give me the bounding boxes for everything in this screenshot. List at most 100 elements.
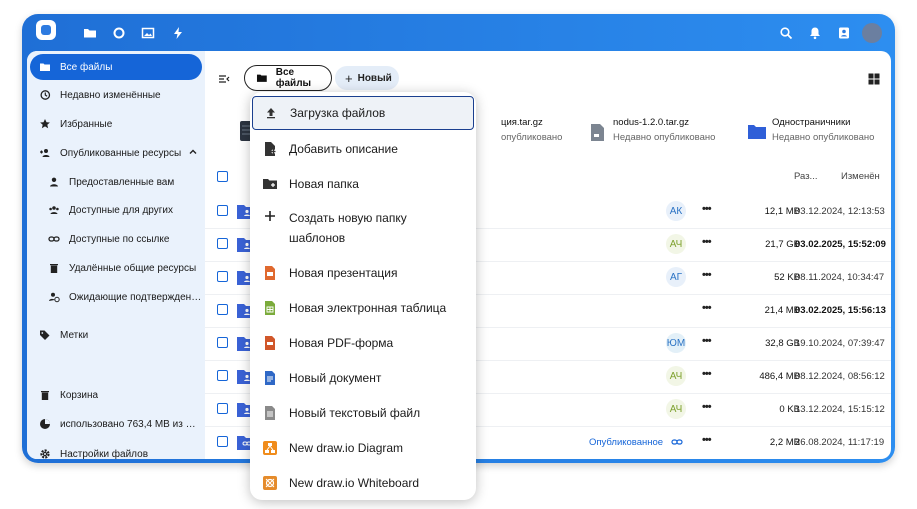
modified-date: 03.02.2025, 15:56:13 — [795, 305, 886, 316]
archive-file-icon — [591, 124, 604, 141]
folder-icon — [39, 61, 51, 73]
more-actions-icon[interactable]: ••• — [702, 269, 712, 281]
sidebar-item-label: Метки — [60, 329, 89, 341]
more-actions-icon[interactable]: ••• — [702, 335, 712, 347]
trash-icon — [48, 262, 60, 274]
owner-avatar[interactable]: АЧ — [666, 366, 686, 386]
app-logo[interactable] — [34, 18, 60, 44]
menu-item-new-template-folder[interactable]: Создать новую папку шаблонов — [252, 206, 474, 250]
folder-icon — [748, 125, 766, 139]
spreadsheet-icon — [263, 301, 277, 315]
menu-item-new-drawio-diagram[interactable]: New draw.io Diagram — [252, 431, 474, 465]
breadcrumb-all-files[interactable]: Все файлы — [244, 65, 332, 91]
new-button[interactable]: + Новый — [335, 66, 399, 90]
menu-item-new-spreadsheet[interactable]: Новая электронная таблица — [252, 291, 474, 325]
more-actions-icon[interactable]: ••• — [702, 434, 712, 446]
grid-view-icon[interactable] — [868, 73, 880, 85]
menu-item-new-text-file[interactable]: Новый текстовый файл — [252, 396, 474, 430]
menu-item-label: Загрузка файлов — [290, 106, 386, 120]
top-bar — [22, 14, 895, 52]
sidebar-item-label: Ожидающие подтверждения — [69, 291, 202, 303]
recent-file-tile[interactable]: ция.tar.gz опубликовано — [501, 117, 562, 147]
pdf-form-icon — [263, 336, 277, 350]
notifications-bell-icon[interactable] — [808, 26, 822, 40]
recent-folder-tile[interactable]: Одностраничники Недавно опубликовано — [772, 117, 874, 147]
search-icon[interactable] — [779, 26, 793, 40]
sidebar-item-shared-by-link[interactable]: Доступные по ссылке — [30, 226, 202, 252]
owner-avatar[interactable]: АЧ — [666, 399, 686, 419]
published-label[interactable]: Опубликованное — [589, 437, 663, 448]
document-icon — [263, 371, 277, 385]
file-size: 21,4 MB — [764, 305, 800, 316]
user-avatar[interactable] — [862, 23, 882, 43]
contacts-icon[interactable] — [837, 26, 851, 40]
row-checkbox[interactable] — [217, 436, 228, 447]
breadcrumb-label: Все файлы — [275, 67, 312, 89]
row-checkbox[interactable] — [217, 370, 228, 381]
menu-item-new-presentation[interactable]: Новая презентация — [252, 256, 474, 290]
menu-item-upload[interactable]: Загрузка файлов — [252, 96, 474, 130]
sidebar-item-favorites[interactable]: Избранные — [30, 111, 202, 137]
presentation-icon — [263, 266, 277, 280]
owner-avatar[interactable]: АЧ — [666, 234, 686, 254]
link-icon[interactable] — [671, 437, 683, 447]
more-actions-icon[interactable]: ••• — [702, 401, 712, 413]
menu-item-label: Новый текстовый файл — [289, 406, 421, 420]
owner-avatar[interactable]: АГ — [666, 267, 686, 287]
history-icon — [39, 89, 51, 101]
sidebar-item-shared-with-others[interactable]: Доступные для других — [30, 197, 202, 223]
sidebar-item-label: Предоставленные вам — [69, 176, 175, 188]
sidebar-item-shares[interactable]: Опубликованные ресурсы — [30, 140, 202, 166]
storage-quota[interactable]: использовано 763,4 MB из 10 GB — [30, 411, 202, 437]
row-checkbox[interactable] — [217, 337, 228, 348]
menu-item-label-wrap: Создать новую папку шаблонов — [289, 208, 407, 248]
activity-app-icon[interactable] — [112, 26, 126, 40]
more-actions-icon[interactable]: ••• — [702, 368, 712, 380]
sidebar-item-deleted-shares[interactable]: Удалённые общие ресурсы — [30, 255, 202, 281]
menu-item-new-folder[interactable]: Новая папка — [252, 167, 474, 201]
sidebar-item-shared-with-you[interactable]: Предоставленные вам — [30, 169, 202, 195]
recent-file-tile[interactable]: nodus-1.2.0.tar.gz Недавно опубликовано — [613, 117, 715, 147]
row-checkbox[interactable] — [217, 205, 228, 216]
row-checkbox[interactable] — [217, 238, 228, 249]
link-icon — [48, 233, 60, 245]
row-checkbox[interactable] — [217, 403, 228, 414]
sidebar-item-settings[interactable]: Настройки файлов — [30, 441, 202, 459]
menu-item-new-pdf-form[interactable]: Новая PDF-форма — [252, 326, 474, 360]
sidebar-item-recent[interactable]: Недавно изменённые — [30, 82, 202, 108]
gear-icon — [39, 448, 51, 459]
modified-date: 26.08.2024, 11:17:19 — [795, 437, 885, 448]
row-checkbox[interactable] — [217, 304, 228, 315]
text-file-icon — [263, 406, 277, 420]
select-all-checkbox[interactable] — [217, 171, 228, 182]
sidebar-item-label: Все файлы — [60, 61, 113, 73]
photos-app-icon[interactable] — [141, 26, 155, 40]
toggle-sidebar-icon[interactable] — [218, 73, 230, 85]
more-actions-icon[interactable]: ••• — [702, 302, 712, 314]
column-size-header[interactable]: Раз... — [794, 171, 817, 182]
chevron-up-icon[interactable] — [188, 147, 198, 160]
owner-avatar[interactable]: АК — [666, 201, 686, 221]
sidebar-item-tags[interactable]: Метки — [30, 322, 202, 348]
new-button-label: Новый — [357, 72, 392, 84]
more-actions-icon[interactable]: ••• — [702, 203, 712, 215]
column-modified-header[interactable]: Изменён — [841, 171, 880, 182]
row-checkbox[interactable] — [217, 271, 228, 282]
menu-item-new-drawio-whiteboard[interactable]: New draw.io Whiteboard — [252, 466, 474, 500]
file-add-icon — [263, 142, 277, 156]
owner-avatar[interactable]: ЮМ — [666, 333, 686, 353]
menu-item-label: Новая презентация — [289, 266, 398, 280]
recent-file-subtitle: Недавно опубликовано — [613, 132, 716, 143]
modified-date: 13.12.2024, 15:15:12 — [795, 404, 885, 415]
menu-item-add-description[interactable]: Добавить описание — [252, 132, 474, 166]
recent-file-subtitle: опубликовано — [501, 132, 563, 143]
sidebar-item-all-files[interactable]: Все файлы — [30, 54, 202, 80]
files-app-icon[interactable] — [83, 26, 97, 40]
tag-icon — [39, 329, 51, 341]
sidebar-item-pending-shares[interactable]: Ожидающие подтверждения — [30, 284, 202, 310]
menu-item-new-document[interactable]: Новый документ — [252, 361, 474, 395]
more-actions-icon[interactable]: ••• — [702, 236, 712, 248]
flash-app-icon[interactable] — [171, 26, 185, 40]
sidebar-item-trash[interactable]: Корзина — [30, 382, 202, 408]
folder-add-icon — [263, 177, 277, 191]
